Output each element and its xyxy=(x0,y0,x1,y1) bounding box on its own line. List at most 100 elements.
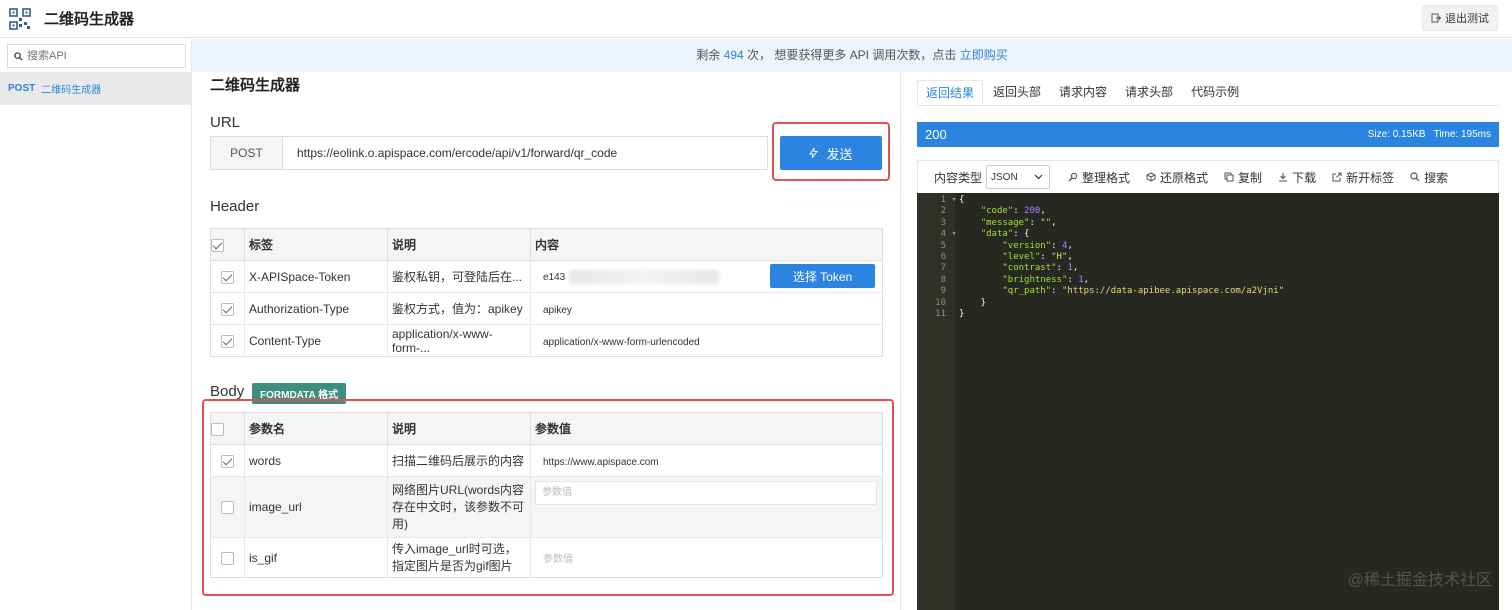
table-header-row: 标签 说明 内容 xyxy=(210,228,883,261)
column-header: 说明 xyxy=(387,412,531,445)
response-code-editor[interactable]: 1 ▾{2 "code": 200, 3 "message": "", 4 ▾ "d… xyxy=(917,193,1499,610)
code-line: 11} xyxy=(917,309,1499,320)
sidebar: POST 二维码生成器 xyxy=(0,39,192,610)
api-search-box[interactable] xyxy=(7,44,186,68)
url-section-title: URL xyxy=(210,114,241,131)
header-desc: application/x-www-form-... xyxy=(387,324,531,357)
restore-format-button[interactable]: 还原格式 xyxy=(1146,169,1208,186)
param-value[interactable]: https://www.apispace.com xyxy=(535,457,659,468)
code-text: "brightness": 1, xyxy=(1002,274,1090,285)
quota-middle: 次， 想要获得更多 API 调用次数，点击 xyxy=(743,48,960,62)
line-number: 2 xyxy=(940,206,946,217)
param-name: words xyxy=(244,444,388,477)
request-panel: 二维码生成器 URL POST https://eolink.o.apispac… xyxy=(193,72,900,610)
request-method: POST xyxy=(211,137,283,169)
code-line: 8 "brightness": 1, xyxy=(917,275,1499,286)
sidebar-item-qr-generator[interactable]: POST 二维码生成器 xyxy=(0,72,192,105)
table-row: X-APISpace-Token 鉴权私钥，可登陆后在... e143 选择 T… xyxy=(210,260,883,293)
request-url[interactable]: https://eolink.o.apispace.com/ercode/api… xyxy=(283,137,617,169)
tab-response-result[interactable]: 返回结果 xyxy=(917,80,984,105)
header-value[interactable]: apikey xyxy=(535,305,572,316)
app-title: 二维码生成器 xyxy=(44,11,135,28)
row-checkbox[interactable] xyxy=(221,501,234,515)
line-number: 7 xyxy=(940,263,946,274)
header-desc: 鉴权方式，值为：apikey xyxy=(387,292,531,325)
param-desc: 网络图片URL(words内容存在中文时，该参数不可用) xyxy=(387,476,531,538)
external-link-icon xyxy=(1332,172,1342,182)
code-text: { xyxy=(959,195,965,205)
param-value-input[interactable]: 参数值 xyxy=(535,481,877,505)
cube-icon xyxy=(1146,172,1156,182)
content-type-select[interactable]: JSON xyxy=(986,165,1051,189)
table-row: image_url 网络图片URL(words内容存在中文时，该参数不可用) 参… xyxy=(210,476,883,538)
tab-request-headers[interactable]: 请求头部 xyxy=(1117,80,1181,105)
send-label: 发送 xyxy=(826,146,853,162)
header-section-title: Header xyxy=(210,198,260,215)
header-name: X-APISpace-Token xyxy=(244,260,388,293)
select-token-button[interactable]: 选择 Token xyxy=(770,264,875,288)
quota-remaining: 494 xyxy=(723,48,744,62)
param-name: is_gif xyxy=(244,537,388,578)
code-line: 6 "level": "H", xyxy=(917,252,1499,263)
header-desc: 鉴权私钥，可登陆后在... xyxy=(387,260,531,293)
download-button[interactable]: 下载 xyxy=(1278,169,1316,186)
code-text: "code": 200, xyxy=(980,206,1046,217)
search-button[interactable]: 搜索 xyxy=(1410,169,1448,186)
row-checkbox[interactable] xyxy=(221,551,234,565)
exit-label: 退出测试 xyxy=(1445,13,1489,25)
column-header: 内容 xyxy=(530,228,883,261)
open-new-tab-button[interactable]: 新开标签 xyxy=(1332,169,1394,186)
row-checkbox[interactable] xyxy=(221,270,234,284)
fold-toggle-icon[interactable]: ▾ xyxy=(946,229,956,240)
select-all-checkbox[interactable] xyxy=(211,238,224,252)
tab-request-body[interactable]: 请求内容 xyxy=(1051,80,1115,105)
chevron-down-icon xyxy=(1034,174,1043,180)
magic-wand-icon xyxy=(1068,172,1078,182)
row-checkbox[interactable] xyxy=(221,302,234,316)
code-text: } xyxy=(959,309,965,319)
exit-test-button[interactable]: 退出测试 xyxy=(1422,5,1498,31)
tab-response-headers[interactable]: 返回头部 xyxy=(985,80,1049,105)
table-row: Content-Type application/x-www-form-... … xyxy=(210,324,883,357)
api-search-input[interactable] xyxy=(27,50,177,62)
code-text: "level": "H", xyxy=(1002,252,1073,262)
quota-info-bar: 剩余 494 次， 想要获得更多 API 调用次数，点击 立即购买 xyxy=(192,39,1512,72)
top-bar: 二维码生成器 退出测试 xyxy=(0,0,1512,38)
param-name: image_url xyxy=(244,476,388,538)
header-value[interactable]: application/x-www-form-urlencoded xyxy=(535,337,700,348)
row-checkbox[interactable] xyxy=(221,334,234,348)
code-line: 9 "qr_path": "https://data-apibee.apispa… xyxy=(917,286,1499,297)
send-button[interactable]: 发送 xyxy=(780,136,882,170)
code-text: "contrast": 1, xyxy=(1002,263,1079,274)
url-row: POST https://eolink.o.apispace.com/ercod… xyxy=(210,136,768,170)
fold-toggle-icon[interactable]: ▾ xyxy=(946,195,956,206)
column-header: 参数值 xyxy=(530,412,883,445)
header-value[interactable]: e143 xyxy=(535,272,565,283)
search-icon xyxy=(1410,172,1420,182)
select-all-checkbox[interactable] xyxy=(211,422,224,436)
column-header: 参数名 xyxy=(244,412,388,445)
content-type-label: 内容类型 xyxy=(934,170,983,185)
line-number: 4 xyxy=(940,229,946,240)
exit-icon xyxy=(1431,13,1441,23)
response-panel: 返回结果 返回头部 请求内容 请求头部 代码示例 200 Size: 0.15K… xyxy=(900,72,1512,610)
row-checkbox[interactable] xyxy=(221,454,234,468)
code-text: "data": { xyxy=(980,229,1030,240)
line-number: 8 xyxy=(940,274,946,285)
line-number: 6 xyxy=(940,252,946,262)
page-title: 二维码生成器 xyxy=(210,77,301,94)
format-button[interactable]: 整理格式 xyxy=(1068,169,1130,186)
table-row: words 扫描二维码后展示的内容 https://www.apispace.c… xyxy=(210,444,883,477)
table-row: is_gif 传入image_url时可选，指定图片是否为gif图片 参数值 xyxy=(210,537,883,578)
lightning-icon xyxy=(809,148,819,158)
line-number: 5 xyxy=(940,240,946,251)
buy-now-link[interactable]: 立即购买 xyxy=(960,48,1008,62)
status-bar: 200 Size: 0.15KB Time: 195ms xyxy=(917,122,1499,147)
watermark: @稀土掘金技术社区 xyxy=(1347,572,1492,589)
restore-format-label: 还原格式 xyxy=(1160,170,1209,185)
copy-button[interactable]: 复制 xyxy=(1224,169,1262,186)
tab-code-samples[interactable]: 代码示例 xyxy=(1183,80,1247,105)
code-text: } xyxy=(959,297,987,308)
line-number: 3 xyxy=(940,217,946,228)
param-value-input[interactable]: 参数值 xyxy=(535,554,573,565)
